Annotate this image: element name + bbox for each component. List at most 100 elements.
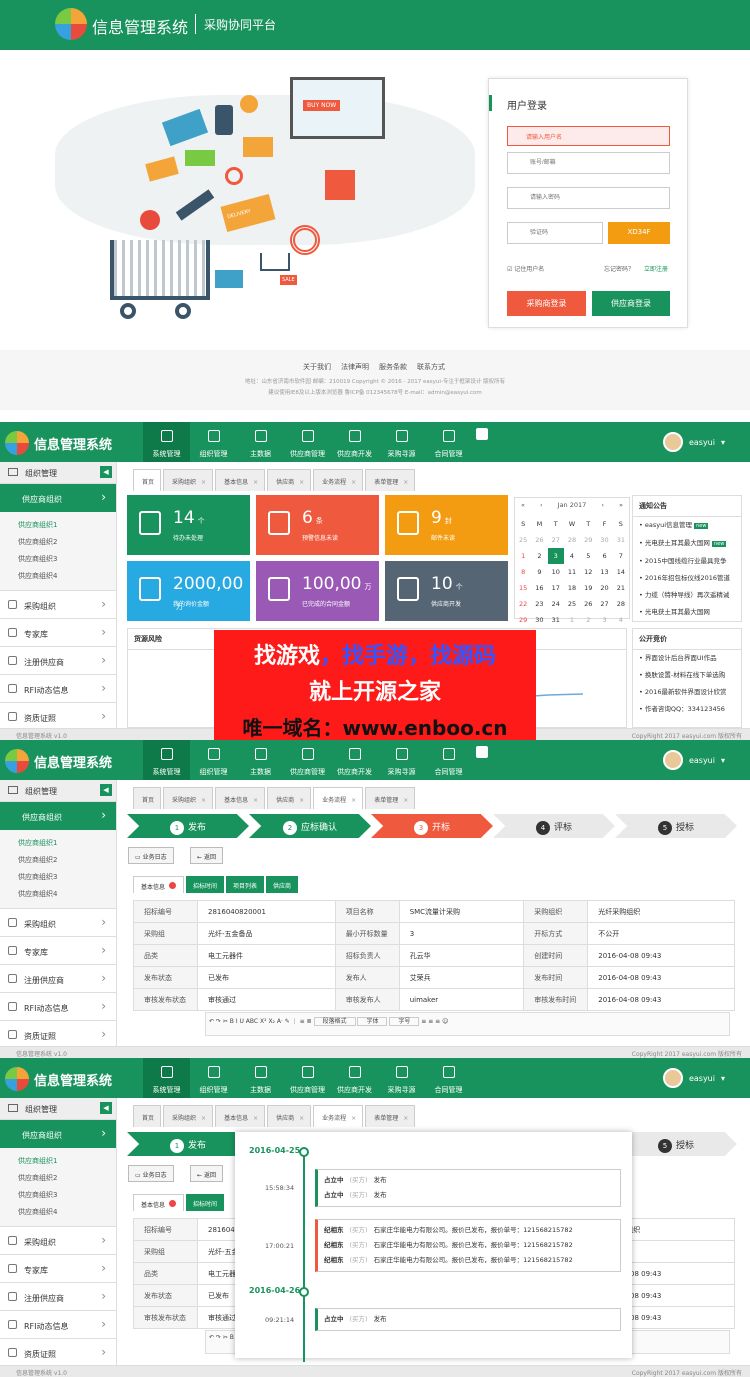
tab-workflow[interactable]: 业务流程 × bbox=[313, 469, 364, 491]
prev-year-button[interactable]: « bbox=[521, 501, 525, 509]
submenu-item[interactable]: 供应商组织1 bbox=[18, 517, 116, 534]
calendar-day[interactable]: 4 bbox=[564, 548, 580, 564]
calendar-day[interactable]: 8 bbox=[515, 564, 531, 580]
calendar-day[interactable]: 30 bbox=[596, 532, 612, 548]
tab-workflow[interactable]: 业务流程 × bbox=[313, 1105, 364, 1127]
notice-item[interactable]: • easyui信息管理 new bbox=[633, 517, 741, 535]
tile-todo[interactable]: 14 个待办未处理 bbox=[127, 495, 250, 555]
buyer-login-button[interactable]: 采购商登录 bbox=[507, 291, 586, 316]
calendar-day[interactable]: 4 bbox=[613, 612, 629, 628]
calendar-day[interactable]: 21 bbox=[613, 580, 629, 596]
sidebar-item-experts[interactable]: 专家库 bbox=[0, 1254, 116, 1282]
tab-project-list[interactable]: 项目列表 bbox=[226, 876, 265, 893]
tab-basic-info[interactable]: 基本信息 × bbox=[215, 787, 266, 809]
calendar-day[interactable]: 13 bbox=[596, 564, 612, 580]
tile-mail[interactable]: 9 封邮件未读 bbox=[385, 495, 508, 555]
calendar-day[interactable]: 5 bbox=[580, 548, 596, 564]
calendar-day[interactable]: 3 bbox=[596, 612, 612, 628]
tab-basic[interactable]: 基本信息 bbox=[133, 876, 185, 893]
tab-suppliers[interactable]: 供应商 bbox=[266, 876, 299, 893]
close-icon[interactable]: × bbox=[201, 797, 206, 804]
nav-supplier-mgmt[interactable]: 供应商管理 bbox=[284, 1058, 331, 1098]
close-icon[interactable]: × bbox=[299, 1115, 304, 1122]
close-icon[interactable]: × bbox=[253, 1115, 258, 1122]
nav-sourcing[interactable]: 采购寻源 bbox=[378, 1058, 425, 1098]
step-award[interactable]: 5 授标 bbox=[615, 814, 737, 838]
sidebar-item-experts[interactable]: 专家库 bbox=[0, 618, 116, 646]
tab-purchase-org[interactable]: 采购组织 × bbox=[163, 469, 214, 491]
account-input[interactable] bbox=[507, 152, 670, 174]
calendar-day[interactable]: 10 bbox=[548, 564, 564, 580]
step-evaluate[interactable]: 4评标 bbox=[493, 814, 615, 838]
nav-org[interactable]: 组织管理 bbox=[190, 1058, 237, 1098]
nav-org[interactable]: 组织管理 bbox=[190, 422, 237, 462]
calendar-day[interactable]: 28 bbox=[564, 532, 580, 548]
calendar-day[interactable]: 14 bbox=[613, 564, 629, 580]
close-icon[interactable]: × bbox=[201, 1115, 206, 1122]
calendar-day[interactable]: 20 bbox=[596, 580, 612, 596]
tile-inquiry[interactable]: 2000,00万 我的询价金额 bbox=[127, 561, 250, 621]
legal-link[interactable]: 法律声明 bbox=[341, 362, 369, 372]
calendar-day[interactable]: 11 bbox=[564, 564, 580, 580]
collapse-sidebar-button[interactable]: ◀ bbox=[100, 784, 112, 796]
business-log-button[interactable]: ▭ 业务日志 bbox=[128, 1165, 174, 1182]
nav-sourcing[interactable]: 采购寻源 bbox=[378, 422, 425, 462]
calendar-day[interactable]: 25 bbox=[515, 532, 531, 548]
nav-collapse-button[interactable] bbox=[472, 422, 492, 462]
sidebar-item-qualification[interactable]: 资质证照 bbox=[0, 1338, 116, 1366]
business-log-button[interactable]: ▭ 业务日志 bbox=[128, 847, 174, 864]
calendar-day[interactable]: 9 bbox=[531, 564, 547, 580]
submenu-item[interactable]: 供应商组织3 bbox=[18, 1187, 116, 1204]
bid-item[interactable]: • 作者咨询QQ：334123456 bbox=[633, 701, 741, 718]
nav-supplier-dev[interactable]: 供应商开发 bbox=[331, 740, 378, 780]
tab-basic-info[interactable]: 基本信息 × bbox=[215, 469, 266, 491]
bid-item[interactable]: • 2016最新软件界面设计欣赏 bbox=[633, 684, 741, 701]
close-icon[interactable]: × bbox=[403, 1115, 408, 1122]
tab-forms[interactable]: 表单管理 × bbox=[365, 787, 416, 809]
user-menu[interactable]: easyui ▾ bbox=[662, 1068, 725, 1088]
sidebar-item-qualification[interactable]: 资质证照 bbox=[0, 1020, 116, 1048]
ad-banner[interactable]: 找游戏，找手游，找源码 就上开源之家 唯一域名：www.enboo.cn bbox=[214, 630, 536, 745]
contact-link[interactable]: 联系方式 bbox=[417, 362, 445, 372]
calendar-day[interactable]: 29 bbox=[515, 612, 531, 628]
supplier-login-button[interactable]: 供应商登录 bbox=[592, 291, 670, 316]
step-award[interactable]: 5 授标 bbox=[615, 1132, 737, 1156]
bid-item[interactable]: • 界面设计后台界面UI作品 bbox=[633, 650, 741, 667]
tile-contract[interactable]: 100,00 万已完成的合同金额 bbox=[256, 561, 379, 621]
calendar-day[interactable]: 29 bbox=[580, 532, 596, 548]
calendar-day[interactable]: 15 bbox=[515, 580, 531, 596]
calendar-day[interactable]: 24 bbox=[548, 596, 564, 612]
sidebar-item-purchase-org[interactable]: 采购组织 bbox=[0, 590, 116, 618]
close-icon[interactable] bbox=[169, 882, 177, 889]
nav-supplier-dev[interactable]: 供应商开发 bbox=[331, 422, 378, 462]
user-menu[interactable]: easyui ▾ bbox=[662, 432, 725, 452]
notice-item[interactable]: • 光电获土耳其最大国网 bbox=[633, 604, 741, 621]
submenu-item[interactable]: 供应商组织4 bbox=[18, 568, 116, 585]
tab-bid-time[interactable]: 招标时间 bbox=[186, 876, 225, 893]
tab-purchase-org[interactable]: 采购组织 × bbox=[163, 787, 214, 809]
nav-contract[interactable]: 合同管理 bbox=[425, 422, 472, 462]
nav-system[interactable]: 系统管理 bbox=[143, 1058, 190, 1098]
tile-supplier-dev[interactable]: 10 个供应商开发 bbox=[385, 561, 508, 621]
tab-forms[interactable]: 表单管理 × bbox=[365, 469, 416, 491]
tab-bid-time[interactable]: 招标时间 bbox=[186, 1194, 225, 1211]
calendar-day[interactable]: 26 bbox=[531, 532, 547, 548]
tab-supplier[interactable]: 供应商 × bbox=[267, 787, 312, 809]
sidebar-item-rfi[interactable]: RFI动态信息 bbox=[0, 992, 116, 1020]
submenu-item[interactable]: 供应商组织1 bbox=[18, 835, 116, 852]
calendar-day[interactable]: 3 bbox=[547, 548, 564, 564]
nav-masterdata[interactable]: 主数据 bbox=[237, 422, 284, 462]
calendar-day[interactable]: 25 bbox=[564, 596, 580, 612]
tab-forms[interactable]: 表单管理 × bbox=[365, 1105, 416, 1127]
nav-contract[interactable]: 合同管理 bbox=[425, 1058, 472, 1098]
captcha-code[interactable]: XD34F bbox=[608, 222, 670, 244]
next-year-button[interactable]: » bbox=[619, 501, 623, 509]
calendar-day[interactable]: 1 bbox=[515, 548, 531, 564]
collapse-sidebar-button[interactable]: ◀ bbox=[100, 1102, 112, 1114]
nav-sourcing[interactable]: 采购寻源 bbox=[378, 740, 425, 780]
sidebar-item-supplier-org[interactable]: 供应商组织 bbox=[0, 1120, 116, 1148]
nav-masterdata[interactable]: 主数据 bbox=[237, 740, 284, 780]
calendar-day[interactable]: 16 bbox=[531, 580, 547, 596]
submenu-item[interactable]: 供应商组织2 bbox=[18, 534, 116, 551]
calendar-day[interactable]: 17 bbox=[548, 580, 564, 596]
